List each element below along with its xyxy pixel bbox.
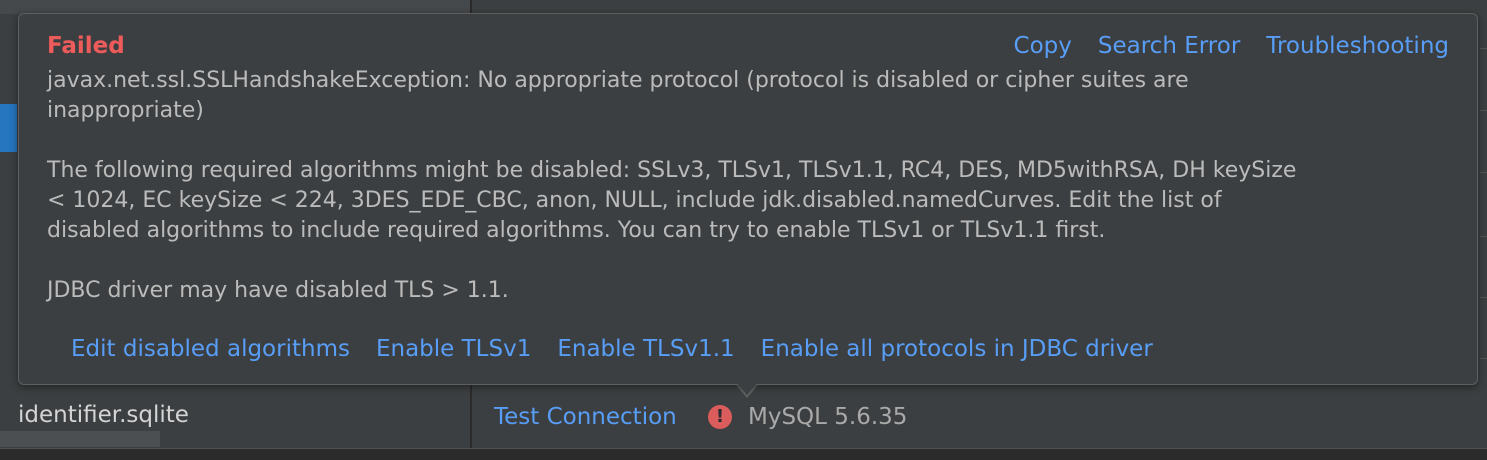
- horizontal-scrollbar[interactable]: [0, 431, 160, 447]
- popup-pointer-fill: [737, 383, 757, 395]
- data-source-item-identifier-sqlite[interactable]: identifier.sqlite: [18, 402, 189, 428]
- edit-disabled-algorithms-link[interactable]: Edit disabled algorithms: [71, 336, 350, 362]
- status-bar: [0, 448, 1487, 460]
- ide-window: identifier.sqlite Test Connection ! MySQ…: [0, 0, 1487, 460]
- panel-header: [0, 0, 470, 14]
- right-edge-decoration: [1480, 0, 1487, 380]
- server-version-label: MySQL 5.6.35: [748, 404, 908, 430]
- fix-actions: Edit disabled algorithms Enable TLSv1 En…: [71, 336, 1153, 362]
- popup-actions: Copy Search Error Troubleshooting: [1014, 33, 1449, 59]
- enable-tlsv1-1-link[interactable]: Enable TLSv1.1: [557, 336, 734, 362]
- copy-link[interactable]: Copy: [1014, 33, 1072, 59]
- enable-all-protocols-link[interactable]: Enable all protocols in JDBC driver: [761, 336, 1153, 362]
- exception-line-2: inappropriate): [47, 98, 204, 123]
- driver-note: JDBC driver may have disabled TLS > 1.1.: [47, 278, 509, 303]
- test-connection-link[interactable]: Test Connection: [494, 404, 677, 430]
- algorithms-note-line-1: The following required algorithms might …: [47, 158, 1297, 183]
- troubleshooting-link[interactable]: Troubleshooting: [1266, 33, 1449, 59]
- failed-status: Failed: [47, 33, 125, 59]
- enable-tlsv1-link[interactable]: Enable TLSv1: [376, 336, 531, 362]
- exception-line-1: javax.net.ssl.SSLHandshakeException: No …: [47, 68, 1189, 93]
- selected-item-marker: [0, 104, 17, 152]
- error-icon[interactable]: !: [708, 405, 732, 429]
- error-popup: Failed Copy Search Error Troubleshooting…: [18, 13, 1478, 385]
- search-error-link[interactable]: Search Error: [1098, 33, 1240, 59]
- algorithms-note-line-2: < 1024, EC keySize < 224, 3DES_EDE_CBC, …: [47, 188, 1222, 213]
- algorithms-note-line-3: disabled algorithms to include required …: [47, 218, 1106, 243]
